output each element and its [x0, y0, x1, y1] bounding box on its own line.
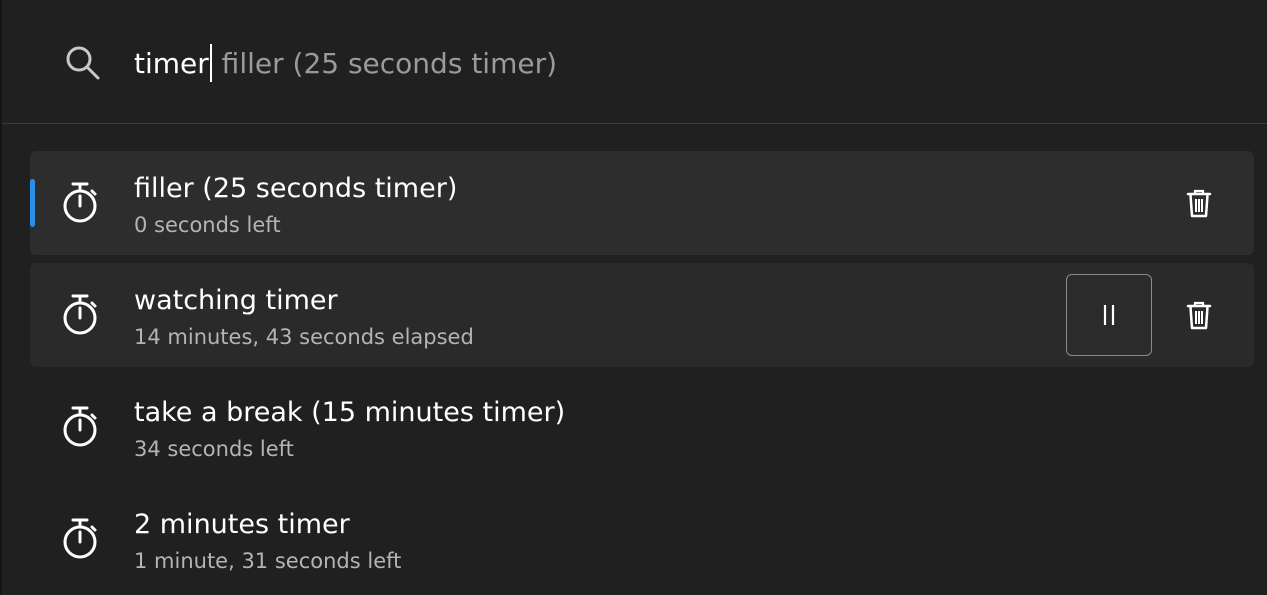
stopwatch-icon: [63, 518, 97, 559]
trash-icon: [1186, 301, 1212, 330]
result-item-watching-timer[interactable]: watching timer 14 minutes, 43 seconds el…: [30, 263, 1254, 367]
result-subtitle: 0 seconds left: [134, 213, 281, 237]
pause-button[interactable]: [1066, 274, 1152, 356]
result-subtitle: 14 minutes, 43 seconds elapsed: [134, 325, 474, 349]
search-divider: [2, 123, 1267, 124]
text-caret: [209, 44, 212, 82]
stopwatch-icon: [63, 182, 97, 223]
result-item-take-a-break[interactable]: take a break (15 minutes timer) 34 secon…: [30, 375, 1254, 479]
delete-button[interactable]: [1156, 274, 1242, 356]
result-title: filler (25 seconds timer): [134, 173, 458, 204]
result-subtitle: 34 seconds left: [134, 437, 294, 461]
selection-indicator: [30, 179, 35, 227]
stopwatch-icon: [63, 294, 97, 335]
result-title: take a break (15 minutes timer): [134, 397, 566, 428]
result-item-filler[interactable]: filler (25 seconds timer) 0 seconds left: [30, 151, 1254, 255]
trash-icon: [1186, 189, 1212, 218]
pause-icon: [1103, 305, 1115, 325]
result-title: watching timer: [134, 285, 338, 316]
result-subtitle: 1 minute, 31 seconds left: [134, 549, 402, 573]
launcher-window: timer filler (25 seconds timer) filler (…: [0, 0, 1267, 595]
search-query-text: timer: [134, 47, 209, 80]
result-item-2-minutes-timer[interactable]: 2 minutes timer 1 minute, 31 seconds lef…: [30, 487, 1254, 591]
stopwatch-icon: [63, 406, 97, 447]
search-bar[interactable]: timer filler (25 seconds timer): [2, 0, 1267, 124]
search-icon: [66, 46, 100, 80]
search-input[interactable]: timer filler (25 seconds timer): [134, 44, 557, 82]
delete-button[interactable]: [1156, 162, 1242, 244]
search-autocomplete-suggestion: filler (25 seconds timer): [212, 47, 558, 80]
result-title: 2 minutes timer: [134, 509, 350, 540]
